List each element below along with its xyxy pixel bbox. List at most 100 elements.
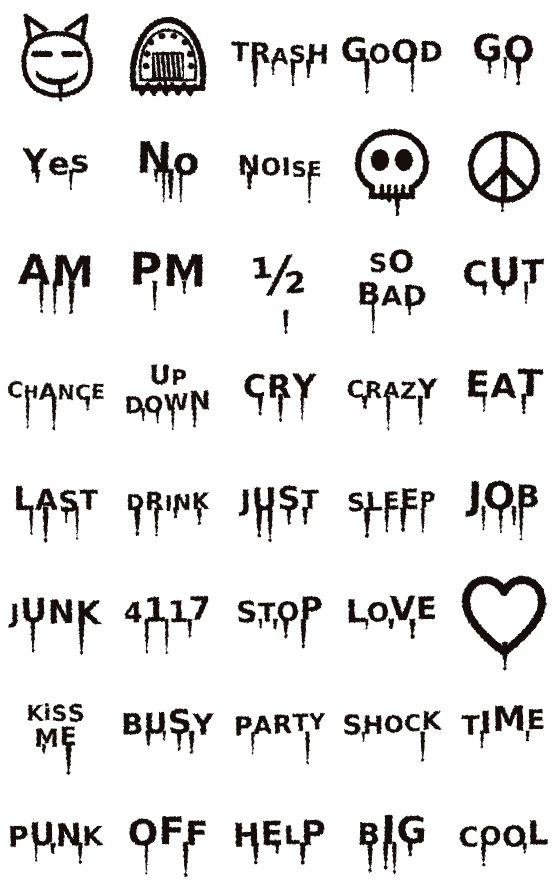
svg-text:UP: UP [149,360,188,392]
sticker-art-party: PARTYPARTY [234,708,327,764]
sticker-cell-so-bad[interactable]: SOBADSO BAD [336,224,448,336]
one-half-icon: ½1/2 [250,245,308,335]
sticker-cell-busy[interactable]: BUSYBUSY [112,672,224,784]
svg-text:LAST: LAST [13,478,99,519]
svg-text:½: ½ [250,245,308,309]
sticker-cell-pm[interactable]: PMPM [112,224,224,336]
sticker-art-noise: NOISENOISE [237,150,322,204]
sticker-art-chance: CHANCECHANCE [7,378,106,431]
sticker-cell-skull[interactable] [336,112,448,224]
svg-text:DOWN: DOWN [124,386,212,419]
sticker-art-shock: SHOCKSHOCK [342,707,443,762]
svg-text:JUNK: JUNK [8,590,103,634]
sticker-cell-stop[interactable]: STOPSTOP [224,560,336,672]
sticker-art-stop: STOPSTOP [236,591,324,649]
sticker-cell-love[interactable]: LOVELOVE [336,560,448,672]
sticker-art-sleep: SLEEPSLEEP [347,483,437,538]
svg-text:OFF: OFF [127,809,209,855]
sticker-cell-go[interactable]: GOGO [448,0,560,112]
svg-text:HELP: HELP [232,813,326,856]
sticker-cell-cry[interactable]: CRYCRY [224,336,336,448]
svg-text:PARTY: PARTY [234,708,327,742]
sticker-art-busy: BUSYBUSY [121,702,215,754]
sticker-cell-noise[interactable]: NOISENOISE [224,112,336,224]
svg-text:GO: GO [472,26,536,72]
svg-text:TIME: TIME [461,700,546,742]
sticker-cell-heart[interactable] [448,560,560,672]
sticker-cell-kiss-me[interactable]: KiSSMEKISS ME [0,672,112,784]
sticker-art-so-bad: SOBADSO BAD [357,244,427,334]
svg-text:STOP: STOP [236,591,324,630]
sticker-cell-trash[interactable]: TRASHTRASH [224,0,336,112]
sticker-art-no: NoNo [136,133,201,203]
sticker-cell-peace-sign[interactable] [448,112,560,224]
svg-text:SHOCK: SHOCK [342,707,442,742]
sticker-cell-chance[interactable]: CHANCECHANCE [0,336,112,448]
sticker-art-cry: CRYCRY [243,367,317,422]
svg-text:EAT: EAT [465,360,544,408]
heart-icon [462,576,546,671]
sticker-grid: TRASHTRASHGOODGOOD GOGO YesYes NoNo NOISENOI… [0,0,560,896]
sticker-cell-shock[interactable]: SHOCKSHOCK [336,672,448,784]
sticker-cell-one-half[interactable]: ½1/2 [224,224,336,336]
sticker-cell-cat-face[interactable] [0,0,112,112]
svg-text:Yes: Yes [21,143,89,183]
sticker-cell-off[interactable]: OFFOFF [112,784,224,896]
svg-text:BIG: BIG [357,807,429,855]
sticker-art-big: BIGBIG [357,807,429,874]
svg-text:AM: AM [18,245,96,298]
sticker-art-help: HELPHELP [232,813,327,865]
sticker-art-last: LASTLAST [13,478,99,543]
svg-text:CRAZY: CRAZY [346,371,438,406]
sticker-art-crazy: CRAZYCRAZY [346,371,439,431]
sticker-art-good: GOODGOOD [341,31,444,94]
sticker-art-job: JOBJOB [465,474,541,541]
sticker-cell-help[interactable]: HELPHELP [224,784,336,896]
sticker-cell-last[interactable]: LASTLAST [0,448,112,560]
sticker-cell-job[interactable]: JOBJOB [448,448,560,560]
cat-face-icon [21,13,93,102]
sticker-art-eat: EATEAT [465,360,544,415]
svg-text:JOB: JOB [465,474,541,519]
sticker-art-time: TIMETIME [461,700,546,749]
sticker-art-go: GOGO [472,26,536,86]
sticker-art-off: OFFOFF [127,809,209,877]
svg-text:PM: PM [129,243,208,297]
sticker-art-kiss-me: KiSSMEKISS ME [26,699,86,776]
svg-text:GOOD: GOOD [341,31,444,71]
svg-text:TRASH: TRASH [231,36,330,72]
sticker-cell-junk[interactable]: JUNKJUNK [0,560,112,672]
svg-text:COOL: COOL [458,813,549,855]
sticker-cell-up-down[interactable]: UPDOWNUP DOWN [112,336,224,448]
sticker-cell-yes[interactable]: YesYes [0,112,112,224]
sticker-cell-sleep[interactable]: SLEEPSLEEP [336,448,448,560]
skull-icon [354,128,430,216]
sticker-art-cool: COOLCOOL [458,813,549,867]
peace-sign-icon [468,131,540,213]
sticker-cell-am[interactable]: AMAM [0,224,112,336]
sticker-cell-shark-jaws[interactable] [112,0,224,112]
sticker-cell-crazy[interactable]: CRAZYCRAZY [336,336,448,448]
sticker-art-junk: JUNKJUNK [8,590,103,655]
sticker-cell-just[interactable]: JUSTJUST [224,448,336,560]
sticker-cell-good[interactable]: GOODGOOD [336,0,448,112]
sticker-cell-eat[interactable]: EATEAT [448,336,560,448]
sticker-cell-cool[interactable]: COOLCOOL [448,784,560,896]
sticker-art-drink: DRINKDRINK [126,487,211,537]
sticker-cell-drink[interactable]: DRINKDRINK [112,448,224,560]
sticker-cell-time[interactable]: TIMETIME [448,672,560,784]
sticker-cell-big[interactable]: BIGBIG [336,784,448,896]
sticker-cell-four-one-one-seven[interactable]: 41174117 [112,560,224,672]
sticker-art-four-one-one-seven: 41174117 [123,589,212,655]
sticker-art-cut: CUTCUT [462,250,545,304]
sticker-art-am: AMAM [18,245,96,314]
sticker-cell-party[interactable]: PARTYPARTY [224,672,336,784]
sticker-art-up-down: UPDOWNUP DOWN [124,360,212,431]
svg-text:BAD: BAD [357,277,427,314]
svg-text:SO: SO [369,244,415,280]
sticker-art-punk: PUNKPUNK [8,817,105,864]
sticker-cell-cut[interactable]: CUTCUT [448,224,560,336]
sticker-cell-no[interactable]: NoNo [112,112,224,224]
sticker-cell-punk[interactable]: PUNKPUNK [0,784,112,896]
svg-text:BUSY: BUSY [121,702,215,743]
